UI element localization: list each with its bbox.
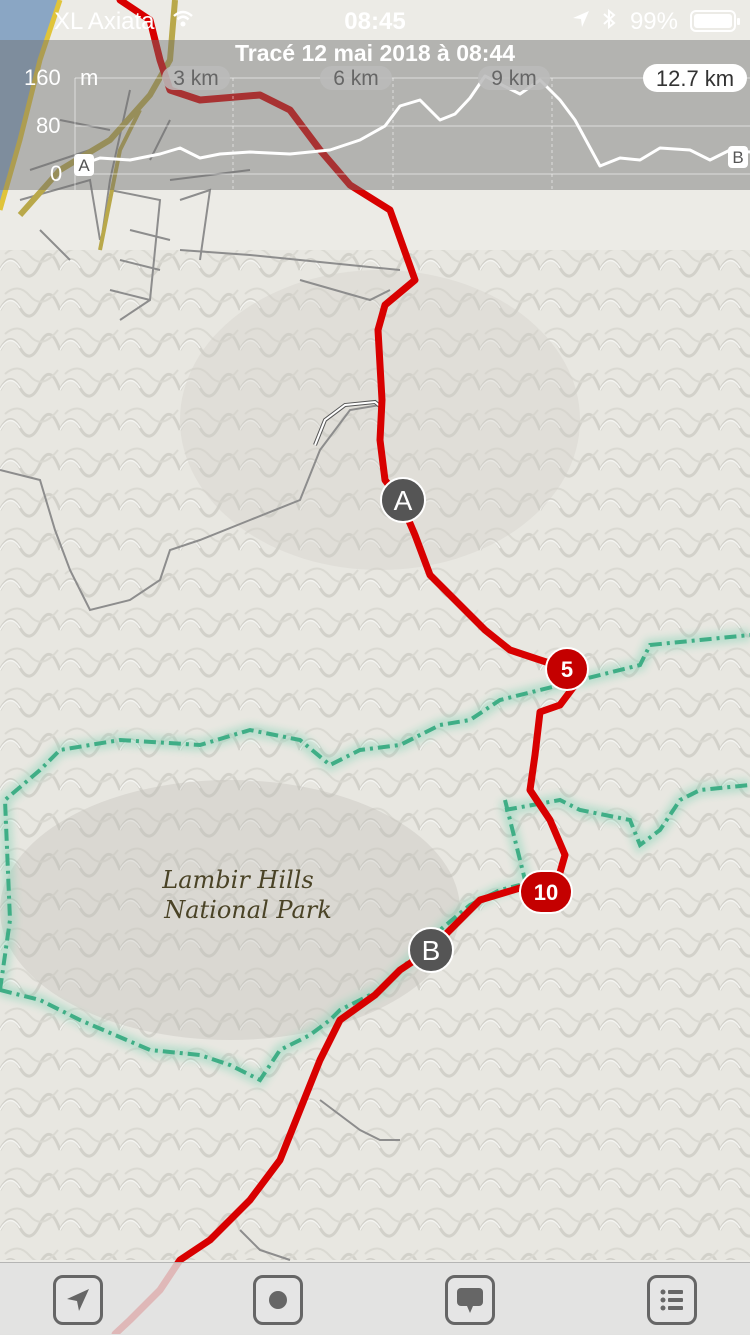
comment-icon <box>457 1288 483 1313</box>
svg-text:12.7 km: 12.7 km <box>656 66 734 91</box>
list-button[interactable] <box>647 1275 697 1325</box>
track-title: Tracé 12 mai 2018 à 08:44 <box>234 40 516 66</box>
elev-start-marker: A <box>74 154 94 176</box>
status-bar: XL Axiata 08:45 99% <box>0 0 750 40</box>
y-label-160: 160 <box>24 65 61 90</box>
location-services-icon <box>573 11 589 27</box>
record-button[interactable] <box>253 1275 303 1325</box>
svg-text:9 km: 9 km <box>491 67 537 90</box>
record-icon <box>269 1291 287 1309</box>
marker-b[interactable]: B <box>408 927 454 973</box>
battery-percent: 99% <box>629 8 678 35</box>
comment-button[interactable] <box>445 1275 495 1325</box>
svg-text:6 km: 6 km <box>333 67 379 90</box>
dist-label-9km: 9 km <box>478 66 550 90</box>
park-label-line1: Lambir Hills <box>161 866 313 894</box>
bluetooth-icon <box>603 8 616 30</box>
marker-a[interactable]: A <box>380 477 426 523</box>
km-marker-5[interactable]: 5 <box>545 647 589 691</box>
km-marker-10[interactable]: 10 <box>519 870 573 914</box>
park-label-line2: National Park <box>163 896 332 924</box>
locate-button[interactable] <box>53 1275 103 1325</box>
elev-end-marker: B <box>728 146 748 168</box>
svg-text:5: 5 <box>561 657 573 682</box>
svg-text:10: 10 <box>534 880 558 905</box>
dist-label-6km: 6 km <box>320 66 392 90</box>
battery-level <box>694 14 732 28</box>
svg-text:A: A <box>394 485 413 516</box>
y-label-80: 80 <box>36 113 60 138</box>
svg-text:B: B <box>422 935 441 966</box>
map-view[interactable]: Lambir Hills National Park A B 5 10 <box>0 0 750 1334</box>
dist-label-total: 12.7 km <box>643 64 747 92</box>
dist-label-3km: 3 km <box>162 66 230 90</box>
battery-icon <box>690 10 740 32</box>
list-icon <box>660 1289 683 1311</box>
svg-text:B: B <box>732 148 743 167</box>
svg-text:3 km: 3 km <box>173 67 219 90</box>
y-label-0: 0 <box>50 161 62 186</box>
location-arrow-icon <box>67 1289 89 1311</box>
bottom-toolbar <box>0 1262 750 1335</box>
svg-text:A: A <box>78 156 90 175</box>
y-label-unit: m <box>80 65 98 90</box>
